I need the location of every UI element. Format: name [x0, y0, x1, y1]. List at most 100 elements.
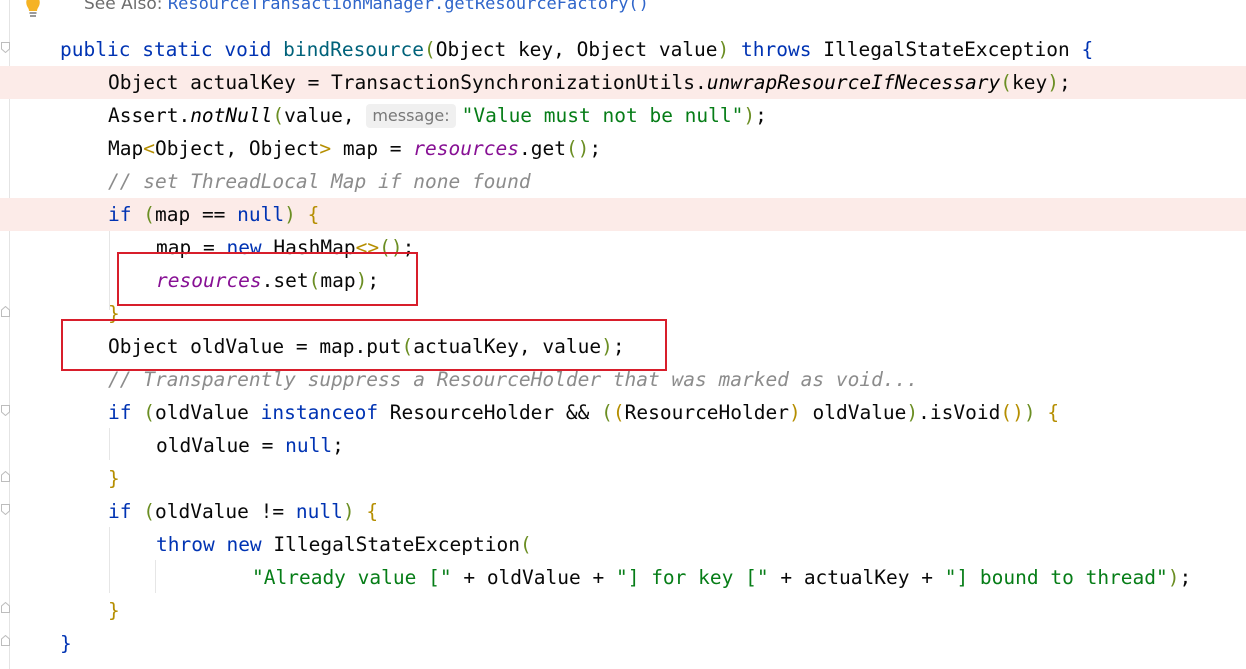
keyword: new	[226, 533, 262, 556]
comment: // Transparently suppress a ResourceHold…	[108, 368, 919, 391]
semicolon: ;	[332, 434, 344, 457]
bracket: >	[319, 137, 332, 160]
keyword: null	[285, 434, 333, 457]
code-line[interactable]: if (oldValue instanceof ResourceHolder &…	[0, 396, 1246, 429]
keyword: throws	[741, 38, 812, 61]
paren: (	[612, 401, 625, 424]
paren: )	[342, 500, 355, 523]
code-text: ResourceHolder	[624, 401, 789, 424]
paren: )	[1047, 71, 1059, 94]
string-literal: "Already value ["	[252, 566, 452, 589]
keyword: if	[108, 500, 132, 523]
code-text: oldValue =	[156, 434, 286, 457]
code-text: + actualKey +	[768, 566, 945, 589]
semicolon: ;	[755, 104, 767, 127]
code-text: oldValue !=	[154, 500, 296, 523]
code-text: key	[1012, 71, 1048, 94]
paren: (	[143, 500, 155, 523]
code-line[interactable]: // set ThreadLocal Map if none found	[0, 165, 1246, 198]
code-line[interactable]: }	[0, 627, 1246, 660]
keyword: if	[108, 203, 132, 226]
code-text: oldValue	[800, 401, 907, 424]
code-text: map =	[331, 137, 414, 160]
code-text: IllegalStateException	[261, 533, 520, 556]
code-line[interactable]: if (oldValue != null) {	[0, 495, 1246, 528]
see-also-label: See Also:	[84, 0, 163, 14]
code-text: map ==	[154, 203, 238, 226]
code-editor[interactable]: See Also: ResourceTransactionManager.get…	[0, 0, 1246, 669]
paren: )	[284, 203, 296, 226]
see-also-doc: See Also: ResourceTransactionManager.get…	[84, 0, 649, 16]
semicolon: ;	[1058, 71, 1071, 94]
code-line[interactable]: public static void bindResource(Object k…	[0, 33, 1246, 66]
code-text: value,	[284, 104, 367, 127]
keyword: null	[295, 500, 343, 523]
keyword: null	[237, 203, 285, 226]
annotation-box	[117, 252, 418, 306]
string-literal: "] for key ["	[615, 566, 769, 589]
exception-type: IllegalStateException	[823, 38, 1070, 61]
code-line[interactable]: Assert.notNull(value, message: "Value mus…	[0, 99, 1246, 132]
code-line-highlighted[interactable]: if (map == null) {	[0, 198, 1246, 231]
brace: {	[1047, 401, 1060, 424]
brace: }	[108, 467, 120, 490]
keyword: public	[60, 38, 131, 61]
static-method: notNull	[190, 104, 273, 127]
paren: )	[743, 104, 756, 127]
paren: (	[424, 38, 436, 61]
paren: (	[272, 104, 285, 127]
code-line[interactable]: throw new IllegalStateException(	[0, 528, 1246, 561]
code-line[interactable]: "Already value [" + oldValue + "] for ke…	[0, 561, 1246, 594]
see-also-link[interactable]: ResourceTransactionManager.getResourceFa…	[168, 0, 649, 14]
parameters: Object key, Object value	[435, 38, 718, 61]
code-text: Object, Object	[154, 137, 320, 160]
paren: )	[906, 401, 919, 424]
brace: }	[108, 599, 120, 622]
paren: ()	[565, 137, 590, 160]
bracket: <	[143, 137, 155, 160]
code-text: oldValue	[154, 401, 261, 424]
code-text: Assert.	[108, 104, 191, 127]
paren: )	[789, 401, 801, 424]
code-text: .isVoid	[918, 401, 1001, 424]
annotation-box	[61, 319, 667, 371]
code-line-highlighted[interactable]: Object actualKey = TransactionSynchroniz…	[0, 66, 1246, 99]
paren: )	[1023, 401, 1036, 424]
code-text: .get	[518, 137, 566, 160]
code-line[interactable]: }	[0, 462, 1246, 495]
code-text: Map	[108, 137, 144, 160]
semicolon: ;	[1179, 566, 1192, 589]
code-line[interactable]: Map<Object, Object> map = resources.get(…	[0, 132, 1246, 165]
code-text: Object actualKey = TransactionSynchroniz…	[108, 71, 707, 94]
string-literal: "] bound to thread"	[944, 566, 1168, 589]
brace: }	[60, 632, 72, 655]
paren: )	[1167, 566, 1180, 589]
paren: (	[143, 401, 155, 424]
keyword: instanceof	[260, 401, 379, 424]
static-method: unwrapResourceIfNecessary	[706, 71, 1001, 94]
parameter-hint: message:	[366, 104, 456, 128]
string-literal: "Value must not be null"	[461, 104, 744, 127]
keyword: throw	[156, 533, 215, 556]
semicolon: ;	[589, 137, 602, 160]
paren: (	[1000, 71, 1012, 94]
comment: // set ThreadLocal Map if none found	[108, 170, 531, 193]
keyword: static	[142, 38, 213, 61]
paren: ()	[1000, 401, 1024, 424]
code-text: + oldValue +	[451, 566, 616, 589]
brace: {	[1081, 38, 1094, 61]
lightbulb-icon[interactable]	[24, 0, 42, 24]
keyword: if	[108, 401, 132, 424]
field-reference: resources	[413, 137, 519, 160]
code-text: ResourceHolder &&	[378, 401, 602, 424]
paren: (	[601, 401, 613, 424]
code-line[interactable]: oldValue = null;	[0, 429, 1246, 462]
code-line[interactable]: }	[0, 594, 1246, 627]
